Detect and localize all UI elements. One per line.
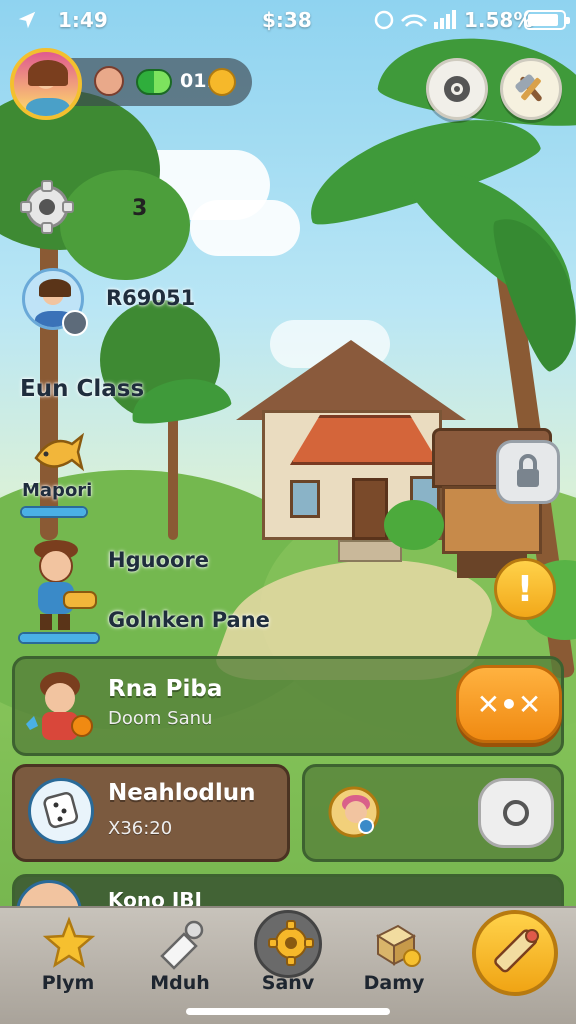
quest-title: Rna Piba <box>108 676 223 702</box>
settings-cog-icon[interactable] <box>20 180 74 234</box>
signal-icons <box>374 10 456 30</box>
status-bar: 1:49 $:38 1.58% <box>0 0 576 40</box>
import-label: Mapori <box>22 480 93 501</box>
quest-girl-avatar <box>26 672 93 740</box>
cog-count: 3 <box>132 196 148 221</box>
inventory-title: Neahlodlun <box>108 780 256 806</box>
nav-item-play[interactable]: Plym <box>18 910 118 1010</box>
quest-action-button[interactable]: ✕•✕ <box>456 665 562 743</box>
main-action-button[interactable] <box>472 910 558 996</box>
home-indicator[interactable] <box>186 1008 390 1015</box>
gem-icon <box>136 69 172 95</box>
fish-icon[interactable] <box>28 428 84 476</box>
nav-label-damy: Damy <box>363 972 425 994</box>
player-id: R69051 <box>106 286 196 310</box>
quest-subtitle: Doom Sanu <box>108 708 213 729</box>
gamepad-icon <box>444 76 470 102</box>
friend-face-icon <box>94 66 124 96</box>
dice-dots-icon: ✕•✕ <box>476 688 542 721</box>
nav-item-sanv[interactable]: Sanv <box>238 910 338 1010</box>
hero-task: Golnken Pane <box>108 608 270 632</box>
battery-percent: 1.58% <box>464 8 534 32</box>
dice-button[interactable] <box>28 778 94 844</box>
exclamation-icon: ! <box>516 568 534 610</box>
shuttlecock-icon <box>160 920 204 970</box>
class-label: Eun Class <box>20 376 145 402</box>
nav-label-sanv: Sanv <box>261 972 315 994</box>
hammer-icon <box>515 74 542 102</box>
inventory-value: X36:20 <box>108 818 173 839</box>
alert-button[interactable]: ! <box>494 558 556 620</box>
lock-icon <box>517 454 539 487</box>
status-time-left: 1:49 <box>58 8 108 32</box>
nav-label-mduh: Mduh <box>150 972 210 994</box>
status-time: $:38 <box>262 8 312 32</box>
battery-icon <box>524 10 570 30</box>
import-progress-bar <box>20 506 88 518</box>
build-tools-button[interactable] <box>500 58 562 120</box>
box-icon <box>375 924 421 967</box>
ring-icon <box>503 800 529 826</box>
hero-character[interactable] <box>24 536 100 632</box>
friend-avatar <box>328 786 380 838</box>
star-icon <box>42 916 96 968</box>
sun-face-icon <box>208 68 236 96</box>
lock-button[interactable] <box>496 440 560 504</box>
hero-progress-bar <box>18 632 100 644</box>
profile-avatar[interactable] <box>10 48 82 120</box>
dice-icon <box>43 792 79 829</box>
location-arrow-icon <box>18 11 36 29</box>
nav-item-mduh[interactable]: Mduh <box>130 910 230 1010</box>
pencil-icon <box>494 929 539 973</box>
nav-item-damy[interactable]: Damy <box>344 910 444 1010</box>
hero-name: Hguoore <box>108 548 210 572</box>
gamepad-button[interactable] <box>426 58 488 120</box>
wrench-badge-icon <box>62 310 88 336</box>
nav-label-play: Plym <box>41 972 95 994</box>
friend-action-button[interactable] <box>478 778 554 848</box>
gear-icon <box>268 920 314 966</box>
